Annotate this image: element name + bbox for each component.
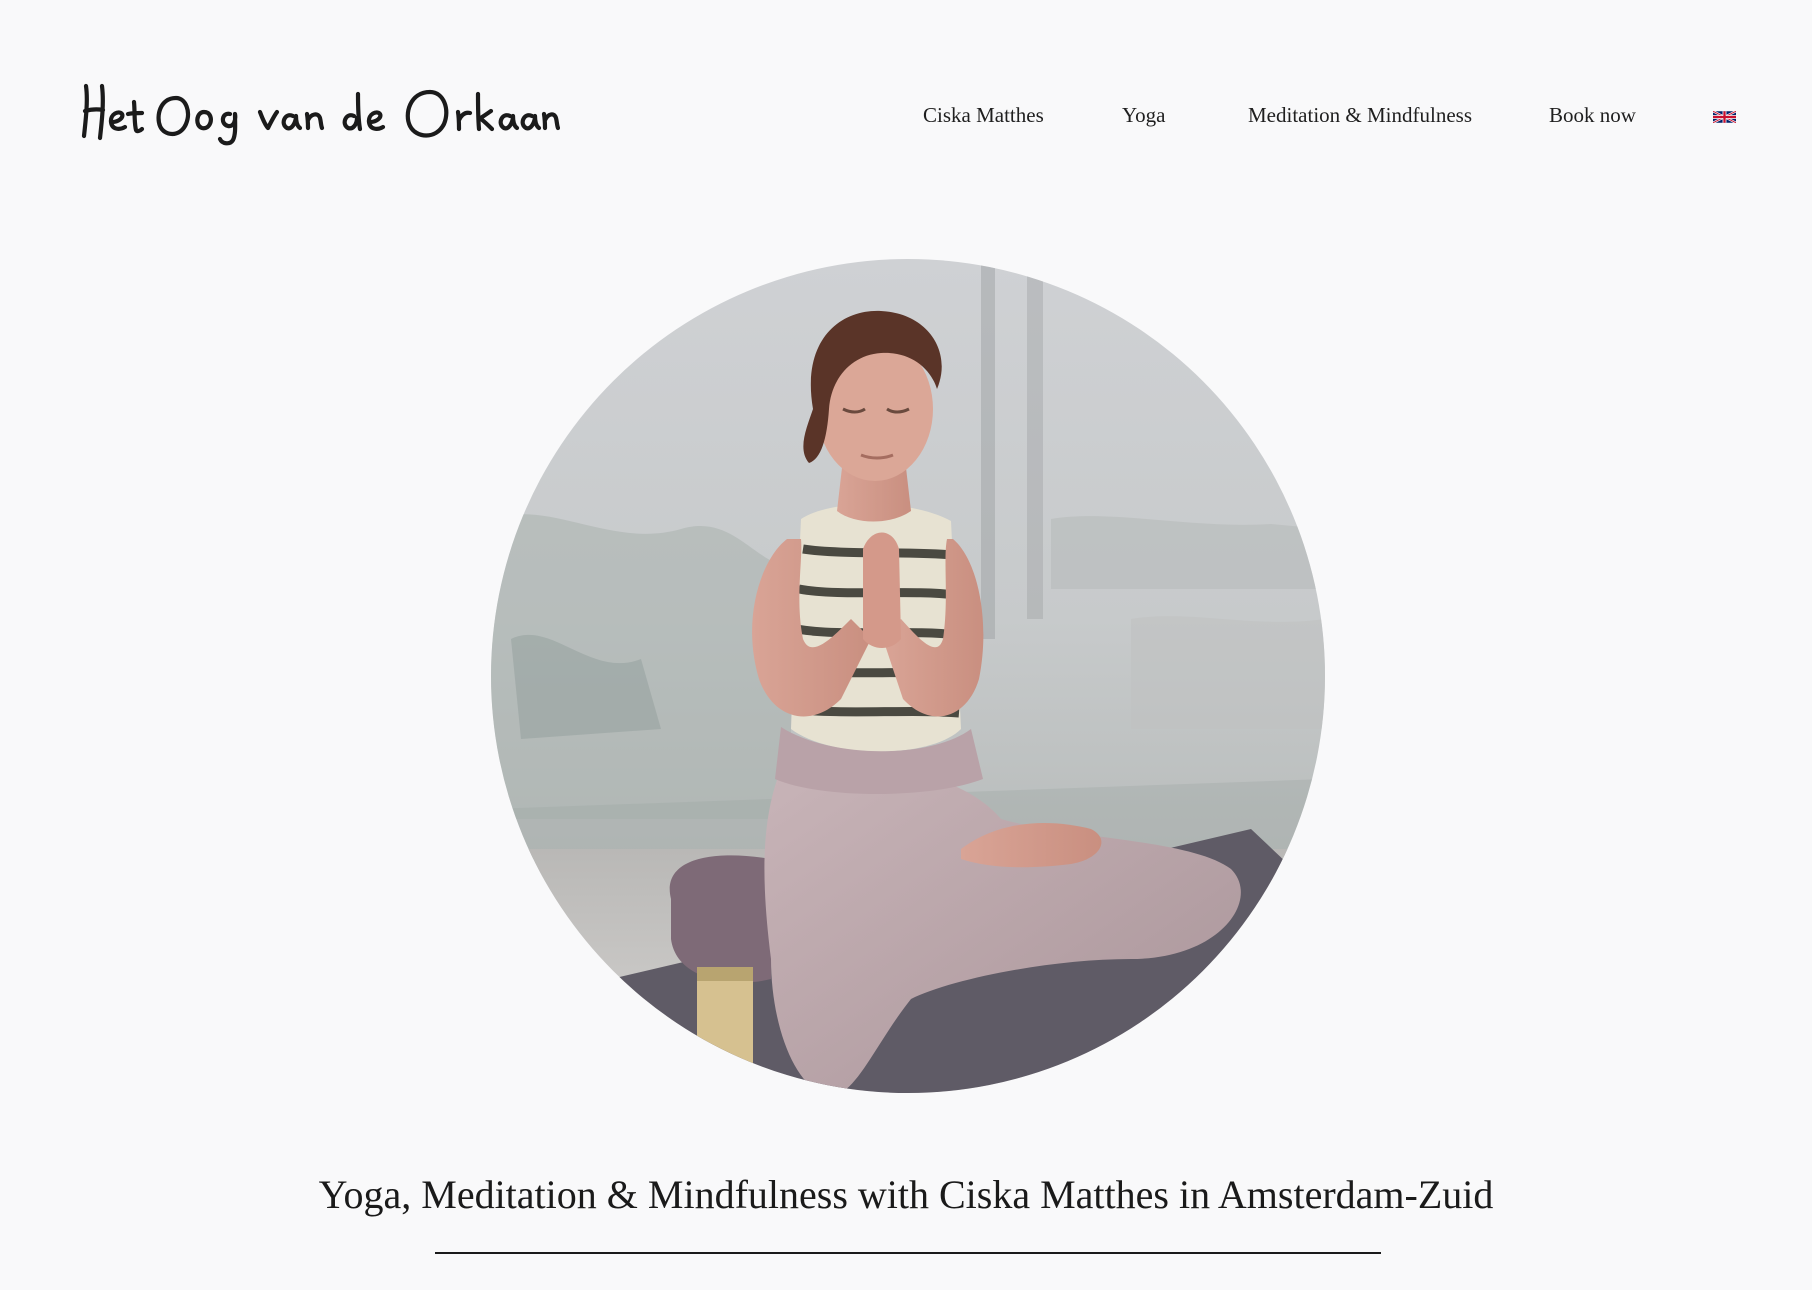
nav-item-book-now[interactable]: Book now <box>1549 100 1636 130</box>
headline-divider <box>435 1252 1381 1254</box>
nav-item-yoga[interactable]: Yoga <box>1122 100 1165 130</box>
woman-meditating-photo <box>491 259 1325 1093</box>
page-headline: Yoga, Meditation & Mindfulness with Cisk… <box>318 1172 1494 1217</box>
hero-image <box>491 259 1325 1093</box>
nav-item-meditation-mindfulness[interactable]: Meditation & Mindfulness <box>1248 100 1472 130</box>
main-nav: Ciska Matthes Yoga Meditation & Mindfuln… <box>0 100 1812 130</box>
language-switch-english <box>1712 110 1737 124</box>
site-header: Ciska Matthes Yoga Meditation & Mindfuln… <box>0 0 1812 230</box>
uk-flag-icon[interactable] <box>1712 110 1737 124</box>
nav-item-ciska-matthes[interactable]: Ciska Matthes <box>923 100 1044 130</box>
